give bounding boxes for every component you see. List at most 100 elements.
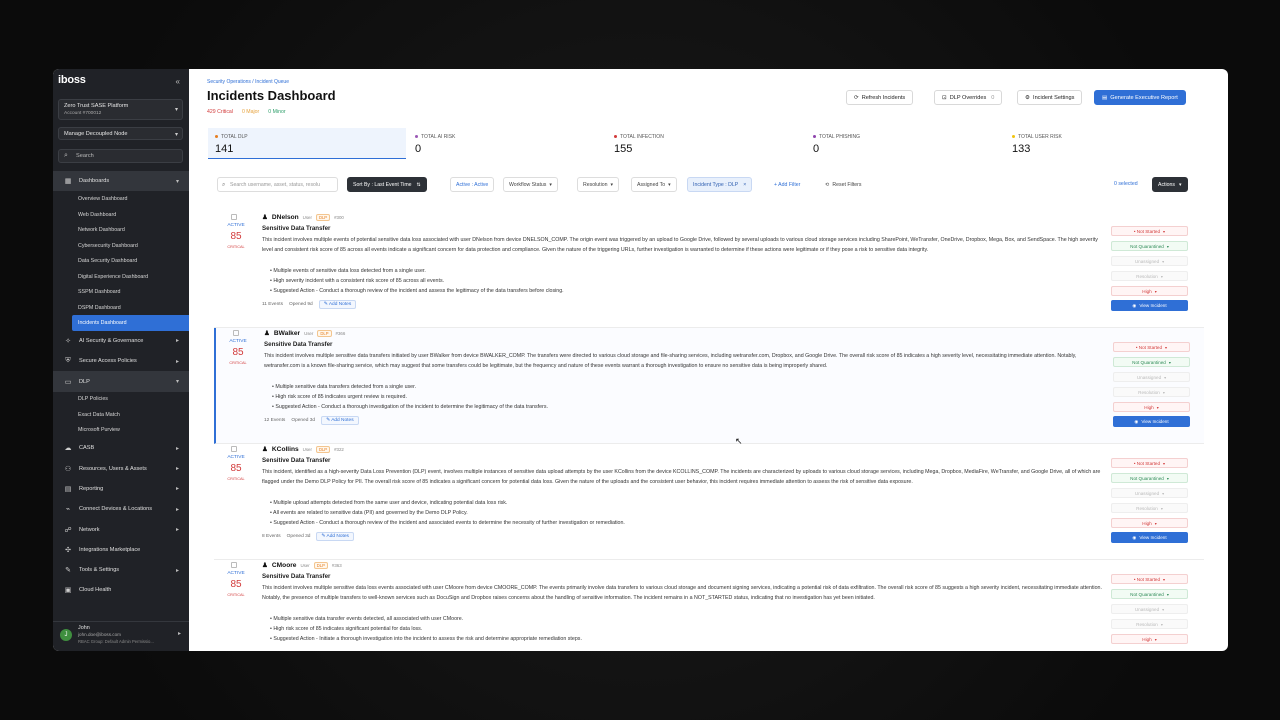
resolution-pill[interactable]: Resolution ▾ [1111,271,1188,281]
nav-sspm-dashboard[interactable]: SSPM Dashboard [53,284,189,300]
assignee-pill[interactable]: Unassigned ▾ [1111,488,1188,498]
active-filter-chip[interactable]: Active : Active [450,177,495,192]
incident-title: Sensitive Data Transfer [262,573,331,580]
bullet-text: Suggested Action - Conduct a thorough re… [273,519,625,526]
quarantine-status-pill[interactable]: Not Quarantined ▾ [1111,589,1188,599]
nav-network-dashboard[interactable]: Network Dashboard [53,222,189,238]
nav-overview-dashboard[interactable]: Overview Dashboard [53,191,189,207]
view-incident-button[interactable]: ◉ View Incident [1111,532,1188,543]
incident-user: ♟ BWalker User DLP #366 [264,329,345,337]
nav-cloud-health[interactable]: ▣ Cloud Health [53,580,189,600]
incident-bullet: • Multiple sensitive data transfer event… [270,616,463,622]
add-notes-button[interactable]: ✎ Add Notes [321,416,359,425]
incident-card[interactable]: ACTIVE 85 CRITICAL ♟ DNelson User DLP #300 Sensi… [214,212,1204,328]
workflow-status-pill[interactable]: • Not Started ▾ [1111,458,1188,468]
nav-cybersecurity-dashboard[interactable]: Cybersecurity Dashboard [53,238,189,254]
sidebar-search-input[interactable]: ⌕ Search [58,149,183,163]
user-name[interactable]: BWalker [274,330,300,337]
nav-microsoft-purview[interactable]: Microsoft Purview [53,423,189,439]
node-selector[interactable]: Manage Decoupled Node ▾ [58,127,183,140]
reset-filters-button[interactable]: ⟲ Reset Filters [820,177,867,192]
nav-digital-experience-dashboard[interactable]: Digital Experience Dashboard [53,269,189,285]
incident-card[interactable]: ACTIVE 85 CRITICAL ♟ BWalker User DLP #366 Sensi… [214,328,1204,444]
button-label: View Incident [1141,419,1169,424]
nav-integrations[interactable]: ✣ Integrations Marketplace [53,540,189,560]
nav-reporting[interactable]: ▤ Reporting ▸ [53,479,189,499]
priority-pill[interactable]: High ▾ [1111,634,1188,644]
stat-total-user-risk[interactable]: TOTAL USER RISK 133 [1005,128,1203,159]
refresh-incidents-button[interactable]: ⟳ Refresh Incidents [846,90,914,105]
risk-score: 85 [230,463,242,474]
select-checkbox[interactable] [231,446,237,452]
assignee-pill[interactable]: Unassigned ▾ [1113,372,1190,382]
stat-total-infection[interactable]: TOTAL INFECTION 155 [607,128,805,159]
user-profile[interactable]: J John john.doe@iboss.com RBAC Group: De… [53,621,189,651]
workflow-status-pill[interactable]: • Not Started ▾ [1111,574,1188,584]
filter-bar: ⌕ Search username, asset, status, resolu … [217,177,1217,192]
generate-report-button[interactable]: ▤ Generate Executive Report [1094,90,1186,105]
resolution-filter[interactable]: Resolution ▾ [577,177,620,192]
incident-card[interactable]: ACTIVE 85 CRITICAL ♟ CMoore User DLP #363 Sensit… [214,560,1204,651]
sort-by-chip[interactable]: Sort By : Last Event Time ⇅ [347,177,427,192]
workflow-status-filter[interactable]: Workflow Status ▾ [503,177,558,192]
quarantine-status-pill[interactable]: Not Quarantined ▾ [1111,241,1188,251]
user-name[interactable]: CMoore [272,562,297,569]
priority-pill[interactable]: High ▾ [1111,518,1188,528]
select-checkbox[interactable] [231,562,237,568]
quarantine-status-pill[interactable]: Not Quarantined ▾ [1111,473,1188,483]
bullet-text: Suggested Action - Conduct a thorough in… [275,403,548,410]
workflow-status-pill[interactable]: • Not Started ▾ [1113,342,1190,352]
add-filter-button[interactable]: + Add Filter [769,177,806,192]
breadcrumb[interactable]: Security Operations / Incident Queue [207,79,289,85]
incident-search-input[interactable]: ⌕ Search username, asset, status, resolu [217,177,338,192]
dlp-overrides-button[interactable]: ⊡ DLP Overrides 0 [934,90,1003,105]
user-name[interactable]: KCollins [272,446,299,453]
incident-type-chip[interactable]: Incident Type : DLP × [687,177,753,192]
view-incident-button[interactable]: ◉ View Incident [1111,300,1188,311]
resolution-pill[interactable]: Resolution ▾ [1113,387,1190,397]
nav-web-dashboard[interactable]: Web Dashboard [53,207,189,223]
nav-connect-devices[interactable]: ⌁ Connect Devices & Locations ▸ [53,499,189,519]
resolution-pill[interactable]: Resolution ▾ [1111,503,1188,513]
nav-dashboards[interactable]: ▦ Dashboards ▾ [53,171,189,192]
nav-dlp-policies[interactable]: DLP Policies [53,392,189,408]
incident-settings-button[interactable]: ⚙ Incident Settings [1017,90,1083,105]
nav-data-security-dashboard[interactable]: Data Security Dashboard [53,253,189,269]
platform-selector[interactable]: Zero Trust SASE Platform Account #700012… [58,99,183,120]
collapse-sidebar-icon[interactable]: « [176,77,180,86]
actions-button[interactable]: Actions ▾ [1152,177,1188,192]
workflow-status-pill[interactable]: • Not Started ▾ [1111,226,1188,236]
assignee-pill[interactable]: Unassigned ▾ [1111,604,1188,614]
assigned-to-filter[interactable]: Assigned To ▾ [631,177,677,192]
view-incident-button[interactable]: ◉ View Incident [1113,416,1190,427]
stat-total-dlp[interactable]: TOTAL DLP 141 [208,128,406,159]
add-notes-button[interactable]: ✎ Add Notes [316,532,354,541]
nav-exact-data-match[interactable]: Exact Data Match [53,407,189,423]
incident-card[interactable]: ACTIVE 85 CRITICAL ♟ KCollins User DLP #322 Sens… [214,444,1204,560]
priority-pill[interactable]: High ▾ [1111,286,1188,296]
search-icon: ⌕ [64,152,68,159]
nav-dspm-dashboard[interactable]: DSPM Dashboard [53,300,189,316]
user-name[interactable]: DNelson [272,214,299,221]
assignee-pill[interactable]: Unassigned ▾ [1111,256,1188,266]
nav-incidents-dashboard[interactable]: Incidents Dashboard [72,315,189,331]
nav-tools-settings[interactable]: ✎ Tools & Settings ▸ [53,560,189,580]
stat-total-phishing[interactable]: TOTAL PHISHING 0 [806,128,1004,159]
incident-bullet: • Multiple events of sensitive data loss… [270,268,426,274]
resolution-pill[interactable]: Resolution ▾ [1111,619,1188,629]
quarantine-status-pill[interactable]: Not Quarantined ▾ [1113,357,1190,367]
nav-ai-security[interactable]: ✧ AI Security & Governance ▸ [53,331,189,351]
nav-network[interactable]: ☍ Network ▸ [53,519,189,539]
nav-dlp[interactable]: ▭ DLP ▾ [53,371,189,392]
bullet-text: High risk score of 85 indicates signific… [273,625,423,632]
nav-secure-access-policies[interactable]: ⛨ Secure Access Policies ▸ [53,351,189,371]
stat-label: TOTAL USER RISK [1018,134,1062,140]
stat-total-ai-risk[interactable]: TOTAL AI RISK 0 [408,128,606,159]
nav-casb[interactable]: ☁ CASB ▸ [53,438,189,458]
close-icon[interactable]: × [743,182,746,188]
add-notes-button[interactable]: ✎ Add Notes [318,300,357,309]
nav-resources-users-assets[interactable]: ⚇ Resources, Users & Assets ▸ [53,458,189,478]
select-checkbox[interactable] [231,214,237,220]
priority-pill[interactable]: High ▾ [1113,402,1190,412]
select-checkbox[interactable] [233,330,239,336]
